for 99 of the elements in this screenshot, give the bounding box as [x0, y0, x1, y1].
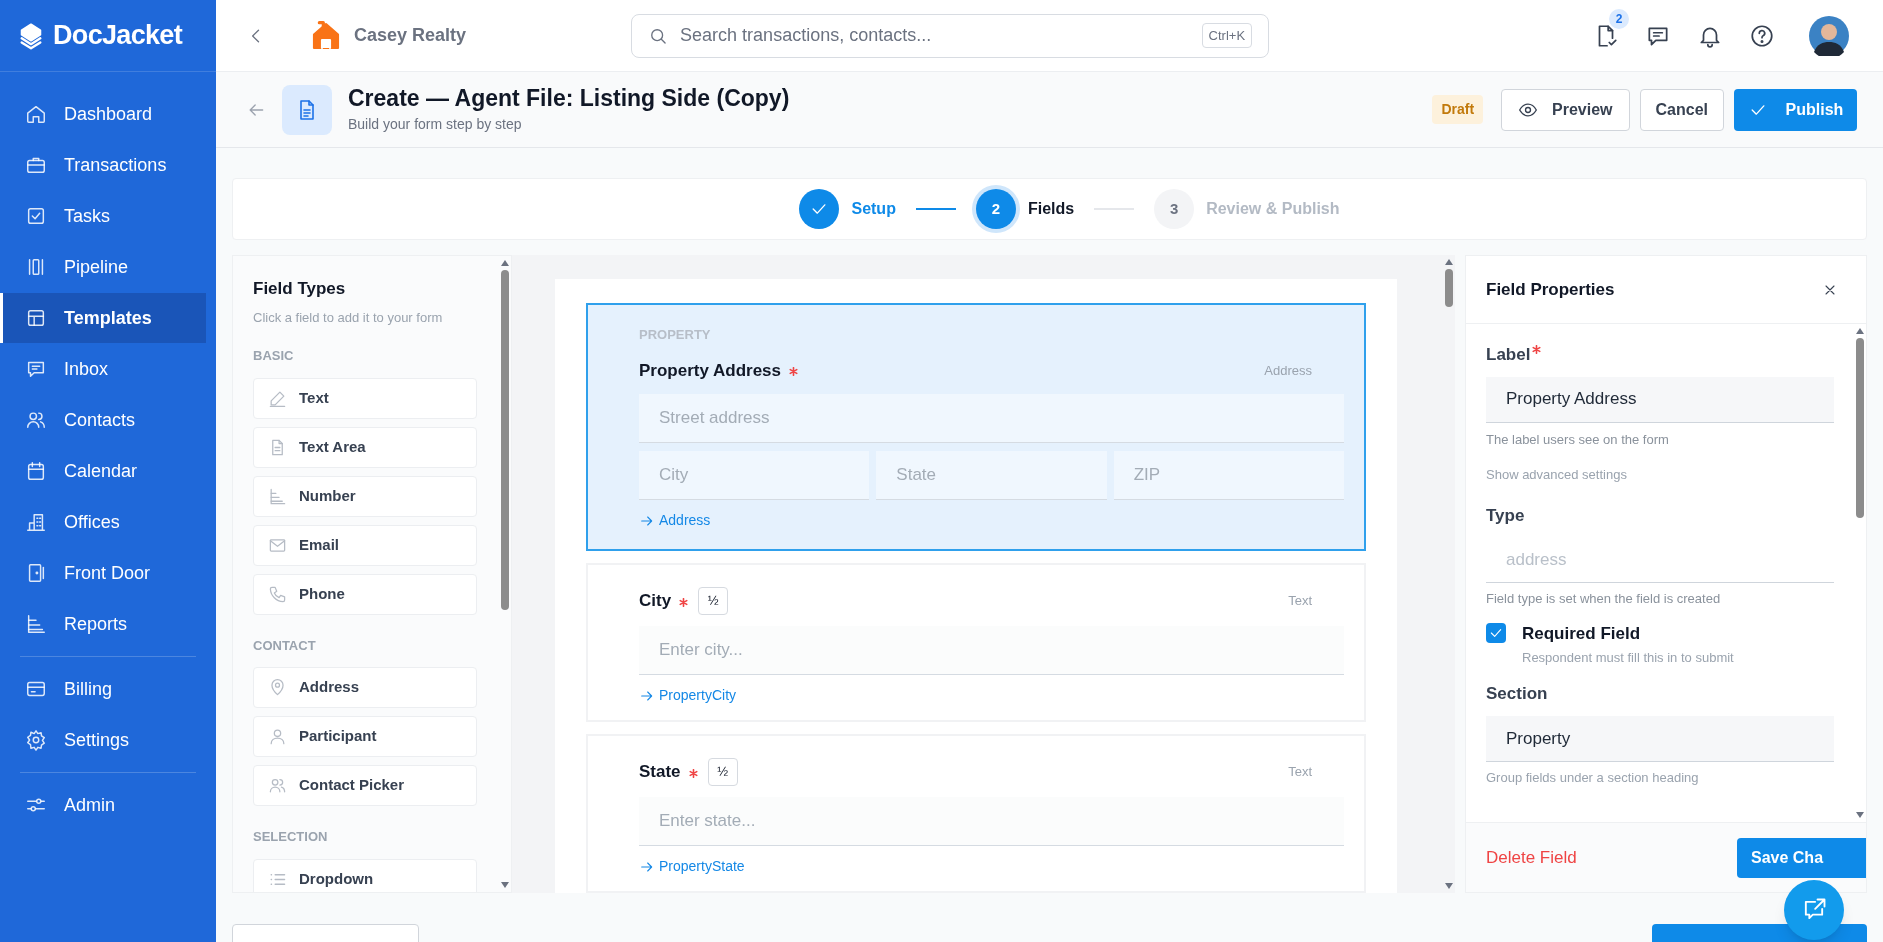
field-type-item[interactable]: Text Area	[253, 426, 477, 468]
home-icon	[25, 103, 47, 125]
group-heading: CONTACT	[253, 636, 317, 655]
field-binding-link[interactable]: Address	[639, 510, 711, 531]
company-name: Casey Realty	[354, 24, 467, 47]
advanced-settings-link[interactable]: Show advanced settings	[1486, 465, 1627, 485]
width-badge[interactable]: ½	[707, 758, 738, 786]
nav-item[interactable]: Offices	[0, 497, 206, 547]
field-type-tag: Text	[1288, 591, 1312, 611]
nav-item[interactable]: Dashboard	[0, 89, 206, 139]
step-number: 3	[1154, 189, 1195, 229]
field-type-tag: Address	[1264, 360, 1312, 380]
step-label: Fields	[1027, 199, 1075, 219]
bar-chart-icon	[268, 486, 287, 506]
scroll-up-icon[interactable]	[1445, 259, 1453, 265]
field-label: City	[639, 590, 672, 613]
form-field-card[interactable]: City ½ Text Enter city... PropertyCity	[586, 563, 1366, 722]
field-label: Label	[1486, 344, 1531, 366]
search-field[interactable]: Search transactions, contacts... Ctrl+K	[631, 13, 1270, 58]
field-type-item[interactable]: Dropdown	[253, 858, 477, 892]
delete-field-button[interactable]: Delete Field	[1486, 844, 1577, 871]
text-input[interactable]: Property Address	[1486, 376, 1834, 423]
field-binding-link[interactable]: PropertyCity	[639, 685, 737, 706]
nav-item[interactable]: Contacts	[0, 395, 206, 445]
width-badge[interactable]: ½	[698, 587, 729, 615]
cancel-button[interactable]: Cancel	[1639, 88, 1724, 131]
calendar-icon	[25, 460, 47, 482]
field-label: Type	[1486, 504, 1526, 527]
scrollbar-thumb[interactable]	[1856, 338, 1864, 518]
group-heading: SELECTION	[253, 828, 329, 846]
panel-hint: Click a field to add it to your form	[253, 308, 444, 327]
field-type-item[interactable]: Contact Picker	[253, 765, 477, 806]
nav-item[interactable]: Front Door	[0, 548, 206, 598]
field-type-item[interactable]: Participant	[253, 716, 477, 757]
nav-item[interactable]: Reports	[0, 599, 206, 649]
checkbox-icon	[25, 205, 47, 227]
house-logo-icon	[310, 19, 342, 52]
scroll-up-icon[interactable]	[1856, 328, 1864, 334]
logo-icon	[17, 21, 45, 50]
field-label: Property Address	[639, 359, 782, 382]
field-type-tag: Text	[1288, 762, 1312, 782]
form-field-card[interactable]: State ½ Text Enter state... PropertyState	[586, 734, 1366, 893]
field-type-item[interactable]: Number	[253, 475, 477, 517]
count-badge: 2	[1609, 8, 1629, 29]
help-text: Group fields under a section heading	[1486, 768, 1700, 787]
help-text: Respondent must fill this in to submit	[1522, 648, 1734, 667]
panel-title: Field Types	[253, 278, 347, 300]
scrollbar-thumb[interactable]	[501, 270, 509, 610]
step-label: Review & Publish	[1206, 199, 1340, 219]
nav-item[interactable]: Transactions	[0, 140, 206, 190]
scroll-down-icon[interactable]	[1445, 883, 1453, 889]
scrollbar-thumb[interactable]	[1445, 269, 1453, 307]
page-title: Create — Agent File: Listing Side (Copy)	[348, 83, 790, 113]
preview-button[interactable]: Preview	[1501, 88, 1630, 131]
nav-item[interactable]: Pipeline	[0, 242, 206, 292]
avatar[interactable]	[1809, 15, 1849, 56]
help-text: Field type is set when the field is created	[1486, 590, 1722, 608]
field-type-item[interactable]: Email	[253, 524, 477, 566]
building-icon	[25, 511, 47, 533]
phone-icon	[268, 584, 287, 604]
field-binding-link[interactable]: PropertyState	[639, 856, 745, 877]
field-type-item[interactable]: Phone	[253, 573, 477, 615]
bar-chart-icon	[25, 613, 47, 635]
people-icon	[268, 776, 287, 795]
save-changes-button[interactable]: Save Cha	[1737, 837, 1866, 878]
field-label: State	[639, 761, 681, 784]
field-type-item[interactable]: Text	[253, 377, 477, 419]
group-heading: BASIC	[253, 347, 295, 365]
app-logo: DocJacket	[53, 19, 182, 53]
scroll-up-icon[interactable]	[501, 260, 509, 266]
step-label: Setup	[851, 199, 896, 219]
field-label: Section	[1486, 683, 1549, 706]
gear-icon	[25, 729, 47, 751]
nav-item[interactable]: Tasks	[0, 191, 206, 241]
people-icon	[25, 409, 47, 431]
checkbox-label: Required Field	[1522, 622, 1642, 644]
nav-item[interactable]: Settings	[0, 715, 206, 765]
nav-item[interactable]: Inbox	[0, 344, 206, 394]
page-subtitle: Build your form step by step	[348, 115, 523, 135]
help-icon	[1749, 22, 1775, 49]
checkbox[interactable]	[1486, 622, 1506, 643]
person-icon	[268, 727, 287, 746]
nav-item[interactable]: Templates	[0, 293, 206, 343]
step-number: 2	[975, 189, 1016, 229]
scroll-down-icon[interactable]	[501, 882, 509, 888]
publish-button[interactable]: Publish	[1734, 88, 1857, 131]
nav-item[interactable]: Calendar	[0, 446, 206, 496]
scroll-down-icon[interactable]	[1856, 812, 1864, 818]
layout-icon	[25, 307, 47, 329]
nav-item[interactable]: Billing	[0, 664, 206, 714]
map-pin-icon	[268, 678, 287, 697]
shortcut-hint: Ctrl+K	[1201, 22, 1253, 49]
help-text: The label users see on the form	[1486, 430, 1670, 449]
panel-title: Field Properties	[1486, 278, 1615, 301]
help-button[interactable]	[1749, 22, 1775, 49]
text-input[interactable]: Property	[1486, 715, 1834, 762]
status-badge: Draft	[1432, 95, 1484, 124]
field-type-item[interactable]: Address	[253, 667, 477, 708]
nav-item[interactable]: Admin	[0, 780, 206, 830]
